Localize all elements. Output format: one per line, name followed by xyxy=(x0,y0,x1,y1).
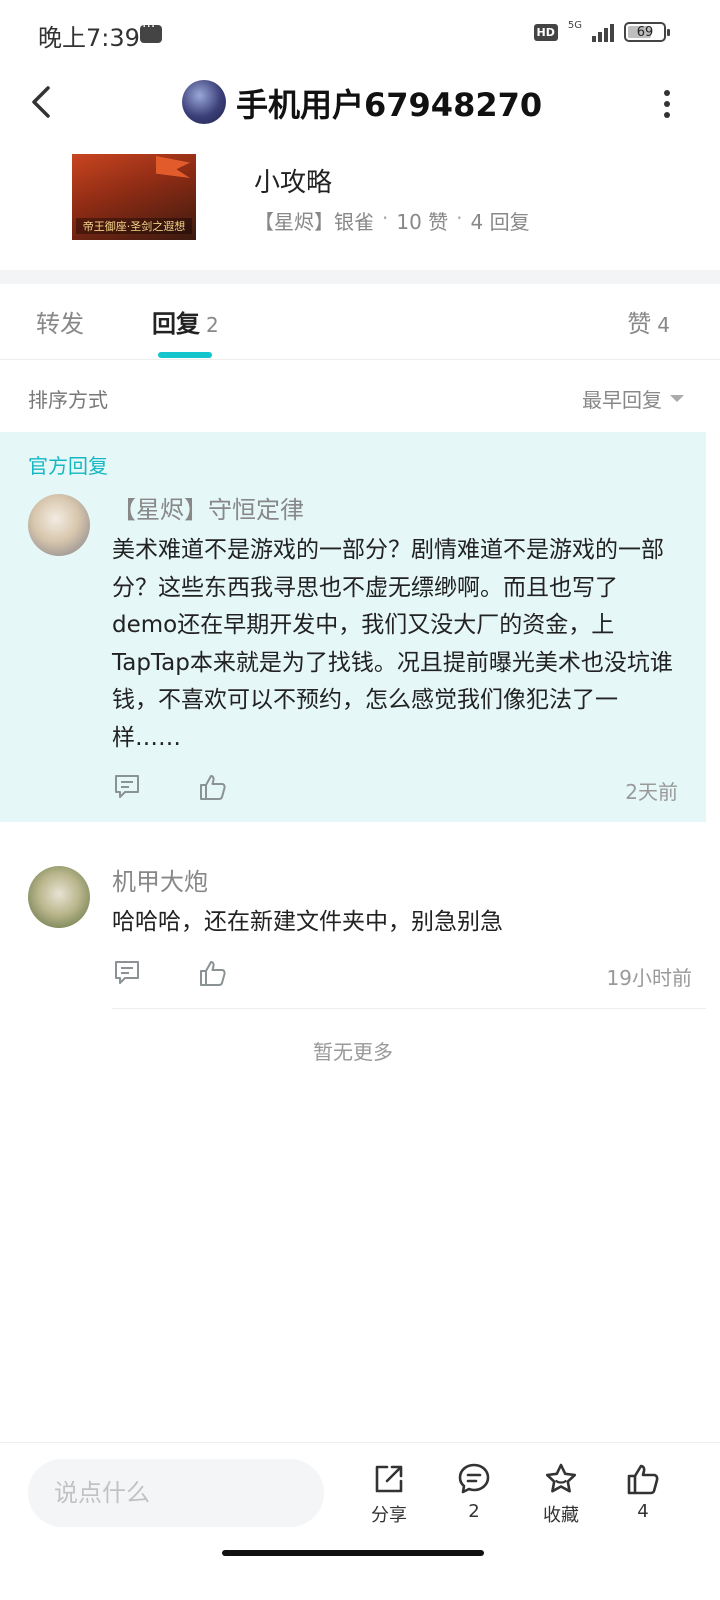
sort-label: 排序方式 xyxy=(28,388,108,412)
game-cover-image[interactable]: 帝王御座·圣剑之遐想 xyxy=(72,154,196,240)
more-button[interactable] xyxy=(662,90,672,118)
section-divider xyxy=(0,270,720,284)
network-type: 5G xyxy=(567,19,582,31)
no-more-text: 暂无更多 xyxy=(313,1040,393,1064)
official-reply: 官方回复 【星烬】守恒定律 美术难道不是游戏的一部分？剧情难道不是游戏的一部分？… xyxy=(0,432,706,822)
back-button[interactable] xyxy=(24,82,64,122)
reply-time: 19小时前 xyxy=(606,966,692,990)
reply-count: 2 xyxy=(206,313,219,337)
thumb-up-icon xyxy=(200,775,226,800)
share-label: 分享 xyxy=(371,1505,407,1526)
status-time: 晚上7:39 xyxy=(38,24,140,52)
comment-icon xyxy=(115,961,139,984)
reply-author[interactable]: 【星烬】守恒定律 xyxy=(112,490,304,525)
tab-bar: 转发 回复 2 赞 4 xyxy=(0,284,720,360)
sort-value: 最早回复 xyxy=(582,388,662,412)
chevron-down-icon xyxy=(670,395,684,402)
reply-content: 哈哈哈，还在新建文件夹中，别急别急 xyxy=(112,909,503,935)
post-author[interactable]: 【星烬】银雀 xyxy=(254,206,374,235)
cover-caption: 帝王御座·圣剑之遐想 xyxy=(76,218,192,234)
sort-dropdown[interactable]: 最早回复 xyxy=(582,384,684,413)
avatar[interactable] xyxy=(28,494,90,556)
bottom-action-bar: 分享 2 收藏 4 xyxy=(0,1442,720,1542)
tab-reply[interactable]: 回复 2 xyxy=(152,304,219,339)
favorite-label: 收藏 xyxy=(543,1505,579,1526)
like-count: 4 xyxy=(637,1501,649,1522)
comment-button[interactable] xyxy=(112,958,142,988)
post-likes: 10 赞 xyxy=(396,210,449,234)
divider xyxy=(112,1008,706,1009)
star-icon xyxy=(545,1463,577,1493)
share-icon xyxy=(375,1465,403,1493)
avatar[interactable] xyxy=(28,866,90,928)
reply-content: 美术难道不是游戏的一部分？剧情难道不是游戏的一部分？这些东西我寻思也不虚无缥缈啊… xyxy=(112,537,673,751)
page-title: 手机用户67948270 xyxy=(236,86,543,124)
like-count: 4 xyxy=(657,313,670,337)
status-bar: 晚上7:39 HD 5G 69 xyxy=(0,0,720,70)
more-icon xyxy=(664,90,670,96)
post-card[interactable]: 帝王御座·圣剑之遐想 小攻略 【星烬】银雀 · 10 赞 · 4 回复 xyxy=(0,146,720,270)
battery-level: 69 xyxy=(636,24,654,40)
like-button[interactable] xyxy=(198,958,228,988)
hd-badge: HD xyxy=(533,23,558,41)
comment-icon xyxy=(458,1463,490,1494)
user-avatar[interactable] xyxy=(182,80,226,124)
status-indicators: HD 5G 69 xyxy=(533,19,670,42)
active-tab-indicator xyxy=(158,352,212,358)
battery-icon: 69 xyxy=(624,22,670,42)
post-title: 小攻略 xyxy=(254,168,333,198)
message-notification-icon xyxy=(140,19,162,43)
share-button[interactable]: 分享 xyxy=(354,1461,424,1527)
comment-input[interactable] xyxy=(28,1459,324,1527)
comment-icon xyxy=(115,775,139,798)
reply-time: 2天前 xyxy=(625,780,678,804)
tab-forward[interactable]: 转发 xyxy=(36,304,84,339)
home-indicator[interactable] xyxy=(222,1550,484,1556)
thumb-up-icon xyxy=(627,1464,659,1495)
post-meta: 【星烬】银雀 · 10 赞 · 4 回复 xyxy=(254,206,530,235)
like-button[interactable] xyxy=(198,772,228,802)
comment-button[interactable] xyxy=(112,772,142,802)
sort-bar: 排序方式 最早回复 xyxy=(0,360,720,432)
thumb-up-icon xyxy=(200,961,226,986)
reply-item: 机甲大炮 哈哈哈，还在新建文件夹中，别急别急 19小时前 xyxy=(0,822,720,1012)
page-header: 手机用户67948270 xyxy=(0,70,720,134)
comment-count: 2 xyxy=(468,1501,480,1522)
comment-count-button[interactable]: 2 xyxy=(439,1461,509,1522)
post-replies: 4 回复 xyxy=(470,210,530,234)
reply-author[interactable]: 机甲大炮 xyxy=(112,862,208,897)
tab-like[interactable]: 赞 4 xyxy=(627,304,670,339)
favorite-button[interactable]: 收藏 xyxy=(526,1461,596,1527)
like-button[interactable]: 4 xyxy=(608,1461,678,1522)
back-icon xyxy=(32,86,50,118)
signal-icon xyxy=(592,22,614,42)
official-tag: 官方回复 xyxy=(28,454,108,478)
